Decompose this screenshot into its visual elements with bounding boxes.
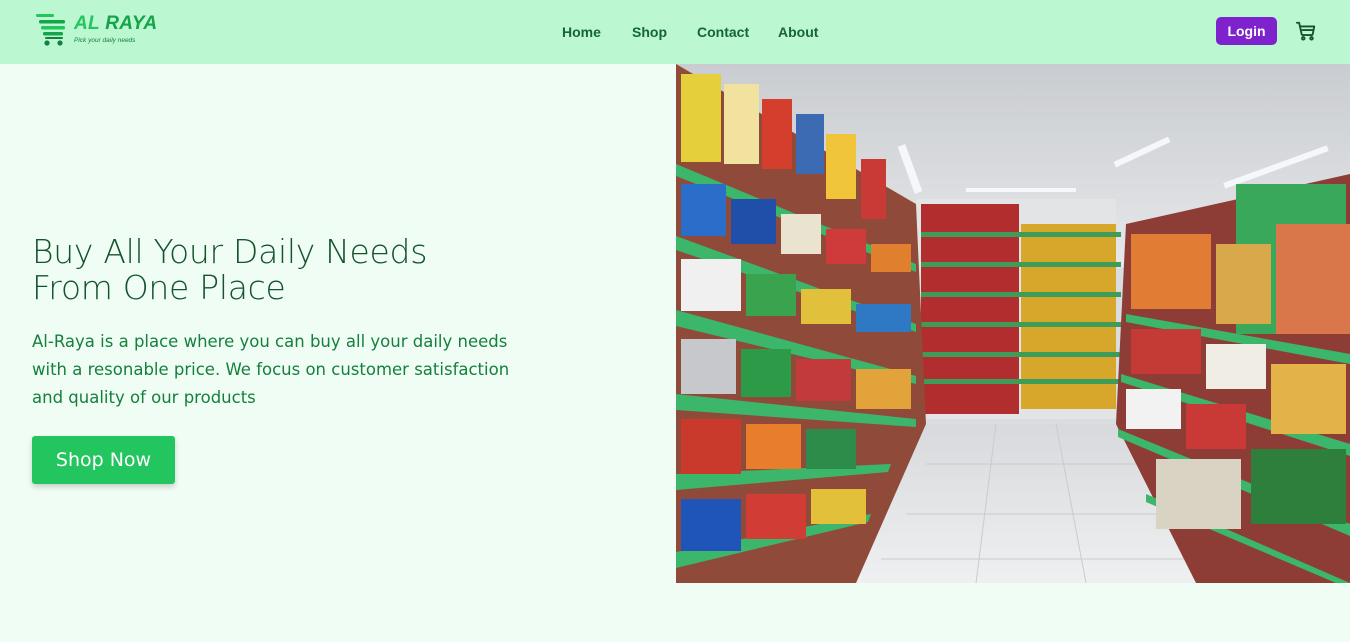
hero-supermarket-image	[676, 64, 1350, 583]
brand-name: AL RAYA	[74, 13, 158, 34]
navbar: AL RAYA Pick your daily needs Home Shop …	[0, 0, 1350, 64]
hero-section: Buy All Your Daily Needs From One Place …	[32, 234, 552, 412]
nav-about-link[interactable]: About	[778, 23, 818, 41]
nav-shop-link[interactable]: Shop	[632, 23, 667, 41]
brand-logo[interactable]: AL RAYA Pick your daily needs	[34, 10, 157, 48]
hero-title: Buy All Your Daily Needs From One Place	[32, 232, 428, 307]
hero-description: Al-Raya is a place where you can buy all…	[32, 332, 510, 407]
brand-tagline: Pick your daily needs	[74, 37, 136, 44]
shop-now-button[interactable]: Shop Now	[32, 436, 175, 484]
shopping-cart-icon[interactable]	[1295, 20, 1317, 42]
login-button[interactable]: Login	[1216, 17, 1277, 45]
logo-cart-icon	[36, 14, 65, 46]
nav-contact-link[interactable]: Contact	[697, 23, 749, 41]
nav-home-link[interactable]: Home	[562, 23, 601, 41]
